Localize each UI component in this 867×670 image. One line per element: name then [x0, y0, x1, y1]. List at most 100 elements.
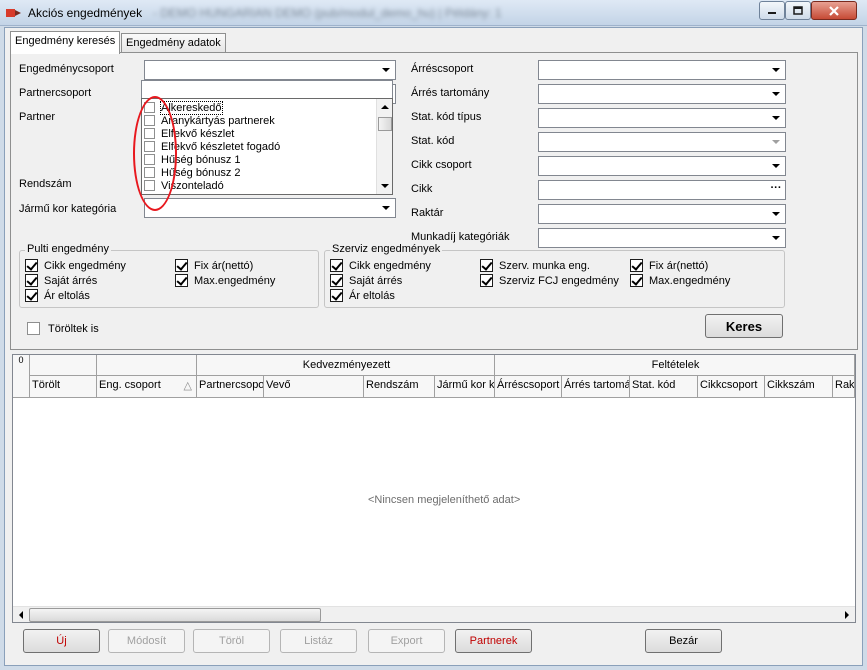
dropdown-icon[interactable]	[378, 62, 394, 78]
partners-button[interactable]: Partnerek	[455, 629, 532, 653]
grid-col-plate[interactable]: Rendszám	[364, 376, 435, 398]
modify-button[interactable]: Módosít	[108, 629, 185, 653]
grid-col-partner-group[interactable]: Partnercsoport	[197, 376, 264, 398]
results-grid[interactable]: 0 Kedvezményezett Feltételek Törölt Eng.…	[12, 354, 856, 623]
grid-col-item-number[interactable]: Cikkszám	[765, 376, 833, 398]
list-item[interactable]: Elfekvő készlet	[144, 127, 376, 140]
grid-col-margin-group[interactable]: Árréscsoport	[495, 376, 562, 398]
list-item[interactable]: Hűség bónusz 2	[144, 166, 376, 179]
grid-col-customer[interactable]: Vevő	[264, 376, 364, 398]
checkbox-label: Szerviz FCJ engedmény	[499, 274, 619, 287]
checkbox-checked-icon[interactable]	[330, 289, 343, 302]
delete-button[interactable]: Töröl	[193, 629, 270, 653]
service-own-margin-checkbox[interactable]: Saját árrés	[330, 274, 402, 287]
grid-col-discount-group[interactable]: Eng. csoport △	[97, 376, 197, 398]
list-item[interactable]: Alkereskedő	[144, 100, 376, 115]
search-button[interactable]: Keres	[705, 314, 783, 338]
service-item-discount-checkbox[interactable]: Cikk engedmény	[330, 259, 431, 272]
checkbox-checked-icon[interactable]	[630, 259, 643, 272]
grid-col-vehicle-age[interactable]: Jármű kor kategória	[435, 376, 495, 398]
close-button[interactable]	[811, 1, 857, 20]
checkbox-checked-icon[interactable]	[175, 274, 188, 287]
counter-fixed-price-checkbox[interactable]: Fix ár(nettó)	[175, 259, 253, 272]
checkbox-checked-icon[interactable]	[630, 274, 643, 287]
service-fixed-price-checkbox[interactable]: Fix ár(nettó)	[630, 259, 708, 272]
counter-max-discount-checkbox[interactable]: Max.engedmény	[175, 274, 275, 287]
grid-row-indicator-header[interactable]: 0	[13, 355, 30, 398]
dropdown-icon[interactable]	[768, 134, 784, 150]
labor-categories-combo[interactable]	[538, 228, 786, 248]
counter-discount-group-title: Pulti engedmény	[25, 243, 111, 255]
item-field[interactable]: ···	[538, 180, 786, 200]
grid-col-warehouse[interactable]: Raktár	[833, 376, 855, 398]
margin-range-combo[interactable]	[538, 84, 786, 104]
scroll-down-icon[interactable]	[377, 178, 393, 194]
service-labor-discount-checkbox[interactable]: Szerv. munka eng.	[480, 259, 590, 272]
minimize-button[interactable]	[759, 1, 785, 20]
partner-dropdown-list[interactable]: Alkereskedő Aranykártyás partnerek Elfek…	[141, 98, 393, 195]
scroll-left-icon[interactable]	[13, 607, 29, 623]
export-button[interactable]: Export	[368, 629, 445, 653]
checkbox-label: Cikk engedmény	[349, 259, 431, 272]
list-item[interactable]: Viszonteladó	[144, 179, 376, 192]
checkbox-label: Saját árrés	[349, 274, 403, 287]
dropdown-icon[interactable]	[378, 200, 394, 216]
checkbox-checked-icon[interactable]	[480, 259, 493, 272]
tab-discount-data[interactable]: Engedmény adatok	[121, 33, 226, 53]
new-button[interactable]: Új	[23, 629, 100, 653]
grid-col-deleted[interactable]: Törölt	[30, 376, 97, 398]
partner-combo[interactable]	[141, 80, 393, 100]
margin-group-combo[interactable]	[538, 60, 786, 80]
list-item-label: Elfekvő készletet fogadó	[161, 140, 281, 153]
list-button[interactable]: Listáz	[280, 629, 357, 653]
checkbox-checked-icon[interactable]	[480, 274, 493, 287]
close-icon	[829, 5, 839, 16]
service-price-shift-checkbox[interactable]: Ár eltolás	[330, 289, 395, 302]
window-title: Akciós engedmények	[28, 6, 143, 20]
checkbox-checked-icon[interactable]	[25, 289, 38, 302]
grid-col-item-group[interactable]: Cikkcsoport	[698, 376, 765, 398]
scroll-up-icon[interactable]	[377, 99, 393, 115]
dropdown-icon[interactable]	[768, 230, 784, 246]
checkbox-checked-icon[interactable]	[25, 259, 38, 272]
maximize-icon	[793, 6, 803, 15]
counter-own-margin-checkbox[interactable]: Saját árrés	[25, 274, 97, 287]
dropdown-icon[interactable]	[768, 110, 784, 126]
warehouse-combo[interactable]	[538, 204, 786, 224]
discount-group-combo[interactable]	[144, 60, 396, 80]
deleted-too-checkbox[interactable]: Töröltek is	[27, 322, 99, 335]
checkbox-label: Szerv. munka eng.	[499, 259, 590, 272]
dropdown-icon[interactable]	[768, 62, 784, 78]
ellipsis-icon[interactable]: ···	[768, 182, 784, 198]
checkbox-unchecked-icon[interactable]	[27, 322, 40, 335]
row-count: 0	[18, 355, 24, 365]
dropdown-icon[interactable]	[768, 158, 784, 174]
scroll-thumb[interactable]	[378, 117, 392, 131]
checkbox-checked-icon[interactable]	[175, 259, 188, 272]
vehicle-age-combo[interactable]	[144, 198, 396, 218]
close-window-button[interactable]: Bezár	[645, 629, 722, 653]
dropdown-icon[interactable]	[768, 206, 784, 222]
dropdown-icon[interactable]	[768, 86, 784, 102]
scroll-thumb[interactable]	[29, 608, 321, 622]
checkbox-checked-icon[interactable]	[330, 274, 343, 287]
stat-code-combo[interactable]	[538, 132, 786, 152]
stat-code-type-combo[interactable]	[538, 108, 786, 128]
service-max-discount-checkbox[interactable]: Max.engedmény	[630, 274, 730, 287]
list-item[interactable]: Hűség bónusz 1	[144, 153, 376, 166]
counter-item-discount-checkbox[interactable]: Cikk engedmény	[25, 259, 126, 272]
grid-col-stat-code[interactable]: Stat. kód	[630, 376, 698, 398]
service-fcj-discount-checkbox[interactable]: Szerviz FCJ engedmény	[480, 274, 619, 287]
list-vertical-scrollbar[interactable]	[376, 99, 392, 194]
list-item[interactable]: Aranykártyás partnerek	[144, 114, 376, 127]
checkbox-checked-icon[interactable]	[330, 259, 343, 272]
counter-price-shift-checkbox[interactable]: Ár eltolás	[25, 289, 90, 302]
item-group-combo[interactable]	[538, 156, 786, 176]
maximize-button[interactable]	[785, 1, 811, 20]
scroll-right-icon[interactable]	[839, 607, 855, 623]
tab-discount-search[interactable]: Engedmény keresés	[10, 31, 121, 54]
grid-horizontal-scrollbar[interactable]	[13, 606, 855, 622]
grid-col-margin-range[interactable]: Árrés tartomány	[562, 376, 630, 398]
checkbox-checked-icon[interactable]	[25, 274, 38, 287]
list-item[interactable]: Elfekvő készletet fogadó	[144, 140, 376, 153]
